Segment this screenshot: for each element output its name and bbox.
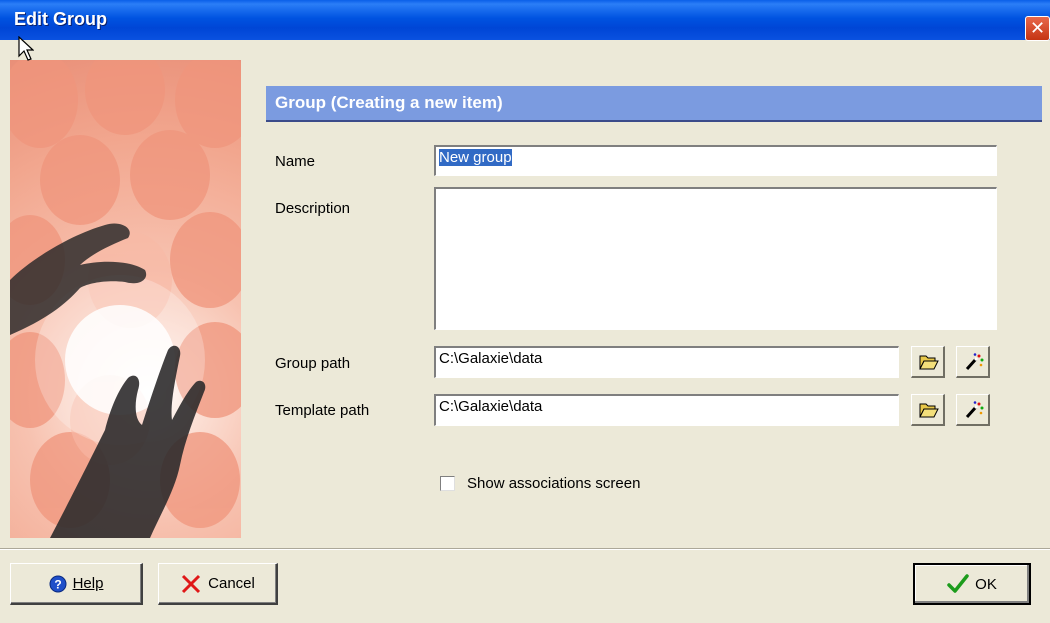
ok-label: OK [975,575,997,593]
help-button[interactable]: ? Help [10,563,143,605]
section-header: Group (Creating a new item) [266,86,1042,122]
name-label: Name [275,153,316,170]
open-folder-icon [919,403,939,418]
show-associations-checkbox[interactable] [440,476,455,491]
cancel-button[interactable]: Cancel [158,563,278,605]
cancel-x-icon [182,574,201,593]
group-path-browse-button[interactable] [911,346,945,378]
template-path-browse-button[interactable] [911,394,945,426]
window-title: Edit Group [14,9,107,29]
template-path-field[interactable]: C:\Galaxie\data [434,394,899,426]
group-path-wizard-button[interactable] [956,346,990,378]
name-field[interactable]: New group [434,145,997,176]
bottom-divider [0,548,1050,550]
checkmark-icon [947,574,969,593]
help-label: Help [72,575,104,592]
cancel-label: Cancel [208,575,255,592]
group-path-value: C:\Galaxie\data [439,350,543,367]
group-path-label: Group path [275,355,351,372]
help-icon: ? [49,575,67,592]
magic-wand-icon [965,401,984,419]
description-field[interactable] [434,187,997,330]
decorative-hands-image [10,60,241,538]
template-path-label: Template path [275,402,370,419]
magic-wand-icon [965,353,984,371]
title-bar: Edit Group ✕ [0,0,1050,41]
description-label: Description [275,200,351,217]
template-path-value: C:\Galaxie\data [439,398,543,415]
mouse-cursor-icon [18,36,34,61]
ok-button[interactable]: OK [913,563,1031,605]
group-path-field[interactable]: C:\Galaxie\data [434,346,899,378]
open-folder-icon [919,355,939,370]
show-associations-label[interactable]: Show associations screen [467,475,640,492]
close-button[interactable]: ✕ [1025,16,1050,41]
name-value: New group [439,149,512,166]
close-icon: ✕ [1029,18,1046,38]
svg-text:?: ? [54,577,61,591]
template-path-wizard-button[interactable] [956,394,990,426]
